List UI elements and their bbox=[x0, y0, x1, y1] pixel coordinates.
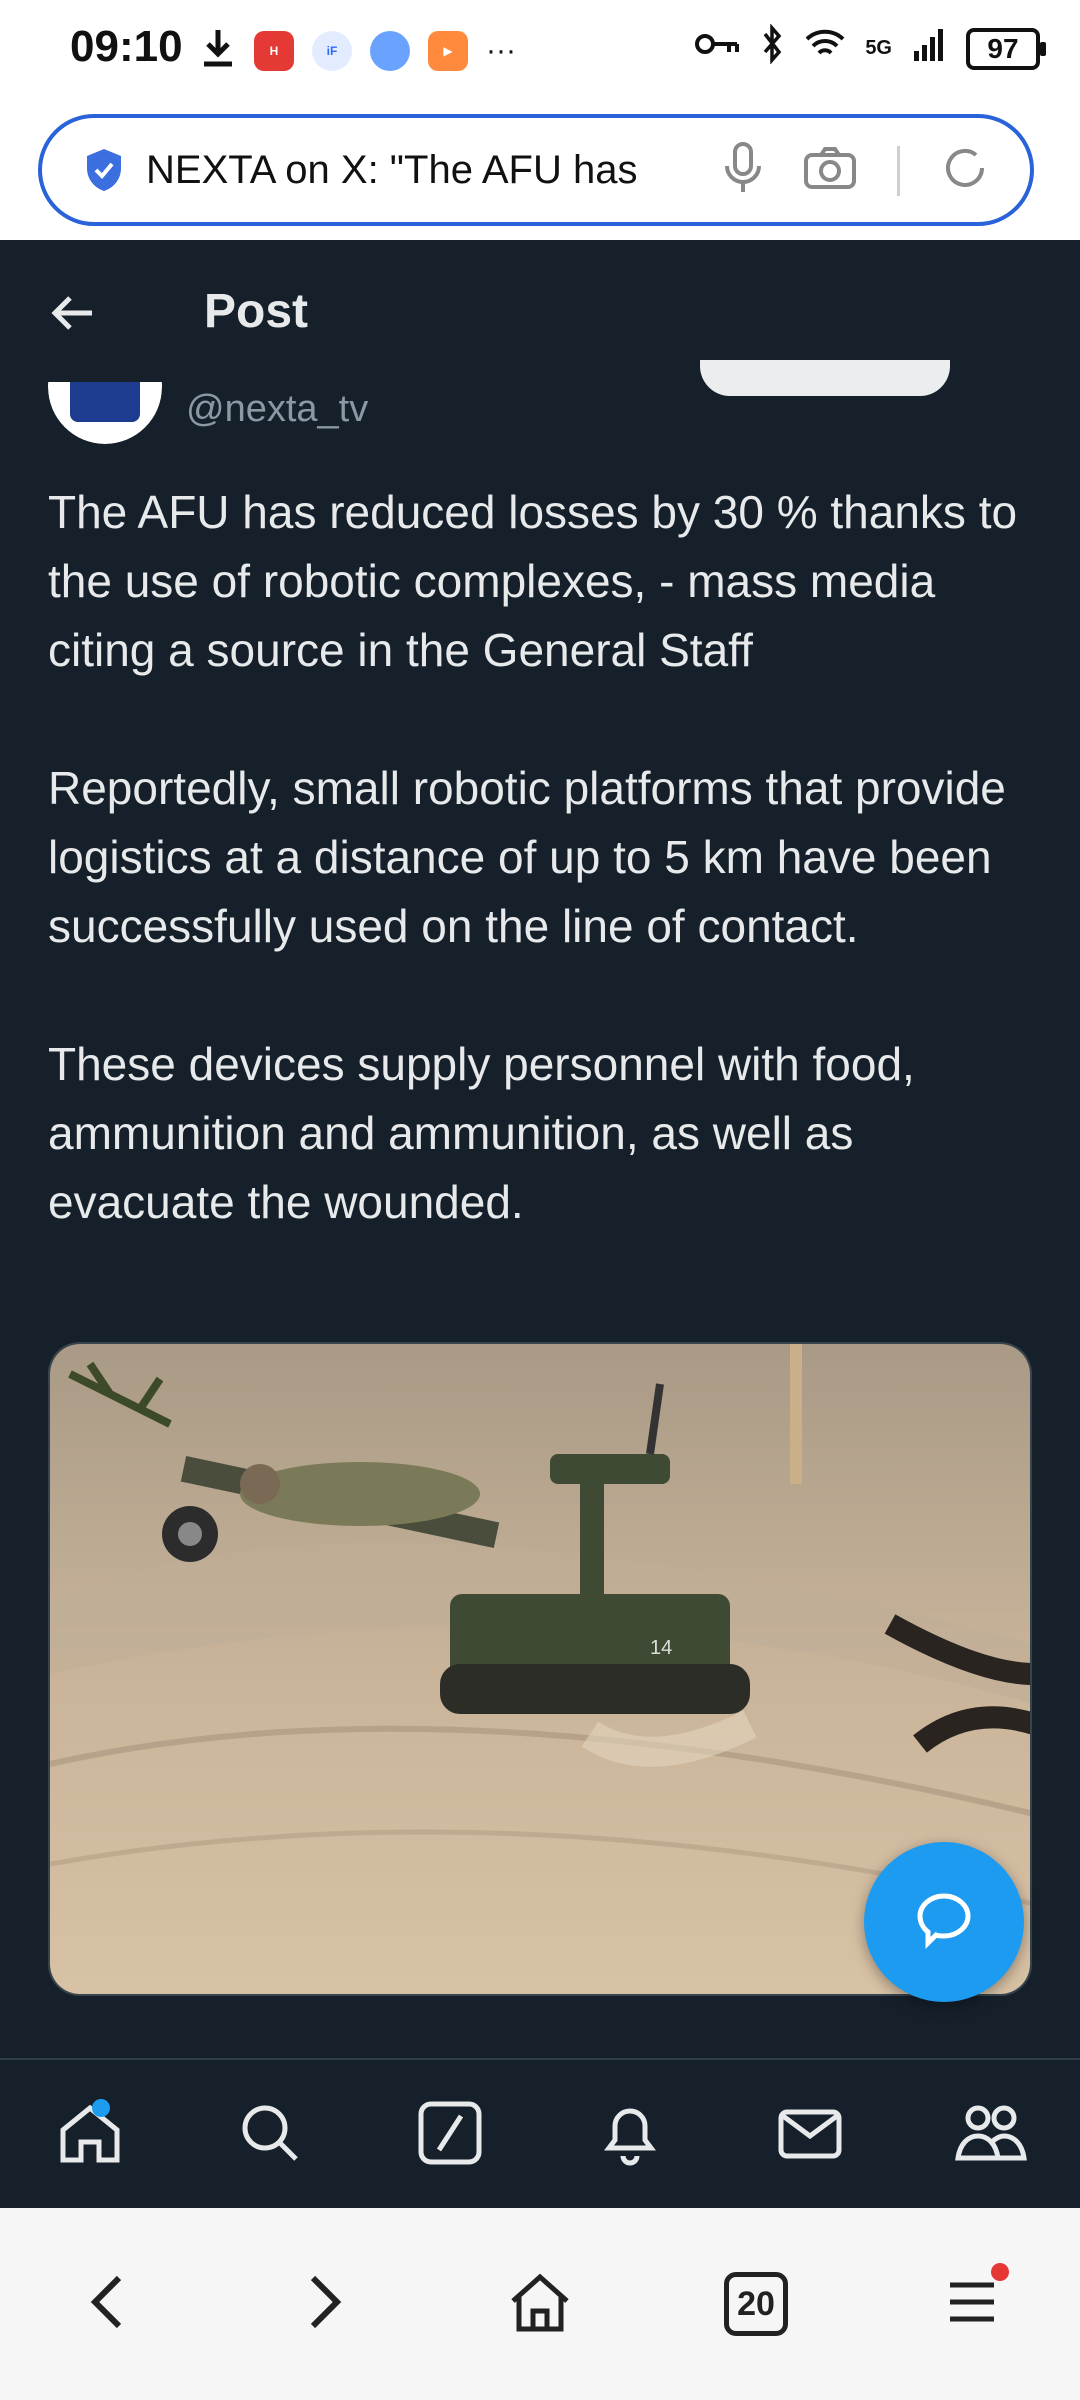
wifi-icon bbox=[805, 27, 845, 70]
tweet-text: The AFU has reduced losses by 30 % thank… bbox=[48, 478, 1038, 1306]
huawei-app-icon: H bbox=[254, 30, 294, 71]
status-time: 09:10 bbox=[70, 22, 183, 71]
chat-bubble-icon bbox=[912, 1888, 976, 1957]
nav-communities[interactable] bbox=[930, 2075, 1050, 2195]
nav-home[interactable] bbox=[30, 2075, 150, 2195]
system-icons: 5G 97 bbox=[695, 23, 1046, 73]
notifications-icon bbox=[595, 2098, 665, 2173]
browser-forward-button[interactable] bbox=[259, 2239, 389, 2369]
download-icon bbox=[200, 28, 236, 73]
camera-icon[interactable] bbox=[803, 145, 857, 196]
battery-indicator: 97 bbox=[966, 27, 1046, 70]
tabs-icon: 20 bbox=[724, 2272, 788, 2336]
notification-icons: H iF ▶ ··· bbox=[200, 28, 516, 73]
reply-fab-button[interactable] bbox=[864, 1842, 1024, 2002]
browser-bottom-nav: 20 bbox=[0, 2208, 1080, 2400]
messages-icon bbox=[775, 2098, 845, 2173]
network-type: 5G bbox=[865, 37, 892, 59]
back-arrow-icon[interactable] bbox=[48, 288, 98, 343]
browser-back-button[interactable] bbox=[43, 2239, 173, 2369]
browser-home-button[interactable] bbox=[475, 2239, 605, 2369]
reload-icon[interactable] bbox=[940, 143, 990, 198]
signal-icon bbox=[912, 27, 946, 70]
robot-marking: 14 bbox=[650, 1637, 672, 1659]
browser-toolbar: NEXTA on X: "The AFU has bbox=[0, 100, 1080, 240]
grok-icon bbox=[417, 2100, 483, 2171]
home-icon bbox=[505, 2267, 575, 2342]
browser-menu-button[interactable] bbox=[907, 2239, 1037, 2369]
new-posts-dot bbox=[92, 2099, 110, 2117]
key-icon bbox=[695, 29, 741, 68]
menu-icon bbox=[944, 2277, 1000, 2332]
tweet-paragraph: Reportedly, small robotic platforms that… bbox=[48, 762, 1006, 952]
search-icon bbox=[235, 2098, 305, 2173]
shield-icon bbox=[80, 146, 128, 194]
nav-search[interactable] bbox=[210, 2075, 330, 2195]
planet-app-icon bbox=[370, 30, 410, 71]
microphone-icon[interactable] bbox=[723, 140, 763, 201]
status-bar: 09:10 H iF ▶ ··· 5G 97 bbox=[0, 0, 1080, 100]
follow-button[interactable] bbox=[700, 360, 950, 396]
address-bar[interactable]: NEXTA on X: "The AFU has bbox=[38, 114, 1034, 226]
x-bottom-nav bbox=[0, 2058, 1080, 2210]
communities-icon bbox=[952, 2098, 1028, 2173]
back-icon bbox=[83, 2272, 133, 2337]
author-handle[interactable]: @nexta_tv bbox=[186, 388, 368, 431]
browser-tabs-button[interactable]: 20 bbox=[691, 2239, 821, 2369]
page-title: Post bbox=[204, 285, 309, 338]
play-app-icon: ▶ bbox=[428, 30, 468, 71]
more-icon: ··· bbox=[486, 33, 516, 67]
ifly-app-icon: iF bbox=[312, 30, 352, 71]
forward-icon bbox=[299, 2272, 349, 2337]
home-icon bbox=[55, 2098, 125, 2173]
tweet-paragraph: These devices supply personnel with food… bbox=[48, 1038, 915, 1228]
divider bbox=[897, 145, 900, 196]
tweet-paragraph: The AFU has reduced losses by 30 % thank… bbox=[48, 486, 1018, 676]
bluetooth-icon bbox=[761, 23, 785, 73]
nav-grok[interactable] bbox=[390, 2075, 510, 2195]
update-dot bbox=[991, 2263, 1009, 2281]
url-text[interactable]: NEXTA on X: "The AFU has bbox=[146, 148, 676, 193]
nav-notifications[interactable] bbox=[570, 2075, 690, 2195]
nav-messages[interactable] bbox=[750, 2075, 870, 2195]
